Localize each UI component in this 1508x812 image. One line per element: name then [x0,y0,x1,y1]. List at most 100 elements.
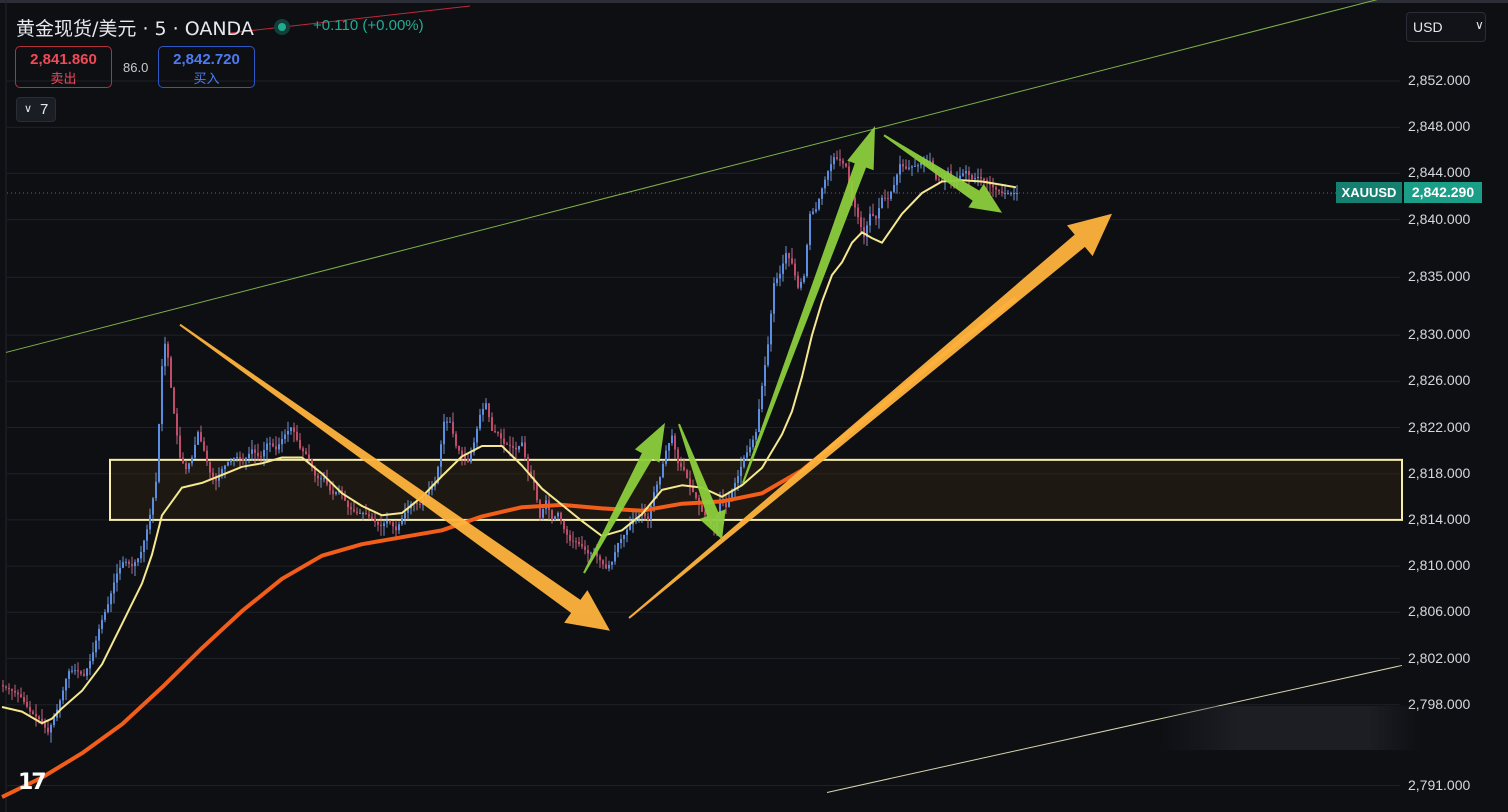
candle-body [176,413,178,436]
candle-body [152,498,154,515]
indicators-count: 7 [40,101,49,118]
currency-select[interactable]: USD ∨ [1406,12,1486,42]
candle-body [833,157,835,165]
candle-body [872,213,874,217]
candle-body [1004,193,1006,195]
candle-body [782,263,784,274]
y-tick-label: 2,810.000 [1408,557,1471,574]
candle-body [1001,191,1003,194]
candle-body [896,174,898,185]
candle-body [812,211,814,214]
candle-body [905,166,907,169]
candle-body [272,443,274,447]
candle-body [26,701,28,707]
candle-body [581,544,583,547]
candle-body [29,706,31,712]
candle-body [761,385,763,410]
candle-body [173,387,175,414]
candle-body [392,522,394,527]
candle-body [836,157,838,159]
candle-body [479,414,481,429]
candle-body [335,492,337,494]
candle-body [773,283,775,314]
candle-body [116,573,118,583]
candle-body [23,697,25,702]
candle-body [332,490,334,494]
candle-body [968,171,970,176]
candle-body [914,165,916,167]
candle-body [1013,193,1015,195]
candle-body [899,164,901,175]
candle-body [590,552,592,554]
candle-body [146,529,148,541]
candle-body [830,164,832,172]
candle-body [356,511,358,513]
candle-body [62,690,64,701]
candle-body [674,435,676,450]
candle-body [104,612,106,620]
candle-body [386,520,388,524]
indicators-toggle-button[interactable]: ∨ 7 [16,97,56,122]
candle-body [458,445,460,451]
buy-button[interactable]: 2,842.720 买入 [158,46,255,88]
candle-body [614,552,616,562]
candle-body [296,431,298,441]
candle-body [164,343,166,367]
candle-body [746,452,748,458]
candle-body [482,409,484,415]
y-tick-label: 2,848.000 [1408,118,1471,135]
price-change: +0.110 (+0.00%) [313,17,424,34]
candle-body [554,516,556,520]
candle-body [749,447,751,453]
candle-body [455,433,457,446]
candle-body [854,197,856,208]
candle-body [290,427,292,431]
candle-body [269,443,271,445]
candle-body [368,514,370,517]
tradingview-logo-icon[interactable]: 17 [18,770,47,795]
candle-body [260,456,262,458]
candle-body [845,163,847,167]
candle-body [686,470,688,479]
candle-body [14,690,16,693]
candle-body [818,198,820,210]
candle-body [461,450,463,456]
candle-body [284,434,286,440]
candle-body [35,714,37,717]
candle-body [578,541,580,545]
candle-body [752,439,754,448]
candle-body [683,466,685,471]
candle-body [767,344,769,366]
candle-body [278,444,280,450]
candle-body [350,507,352,510]
candle-body [788,253,790,259]
candle-body [365,512,367,515]
candle-body [122,562,124,568]
candle-body [371,516,373,519]
candle-body [125,561,127,563]
candle-body [440,444,442,467]
symbol-title[interactable]: 黄金现货/美元 · 5 · OANDA [16,14,254,41]
candle-body [668,443,670,451]
candle-body [494,430,496,433]
candle-body [377,521,379,525]
y-tick-label: 2,818.000 [1408,464,1471,481]
candle-body [857,207,859,218]
candle-body [608,564,610,569]
candle-body [878,208,880,219]
candle-body [497,432,499,434]
candle-body [647,516,649,520]
candle-body [248,453,250,459]
candle-body [137,558,139,563]
candle-body [536,482,538,501]
candle-body [71,670,73,672]
candle-body [572,540,574,542]
candle-body [86,668,88,676]
sell-button[interactable]: 2,841.860 卖出 [15,46,112,88]
candle-body [605,564,607,569]
candle-body [131,563,133,567]
candle-body [815,209,817,212]
buy-price: 2,842.720 [173,51,240,68]
candle-body [887,198,889,200]
price-chart[interactable] [0,0,1508,812]
